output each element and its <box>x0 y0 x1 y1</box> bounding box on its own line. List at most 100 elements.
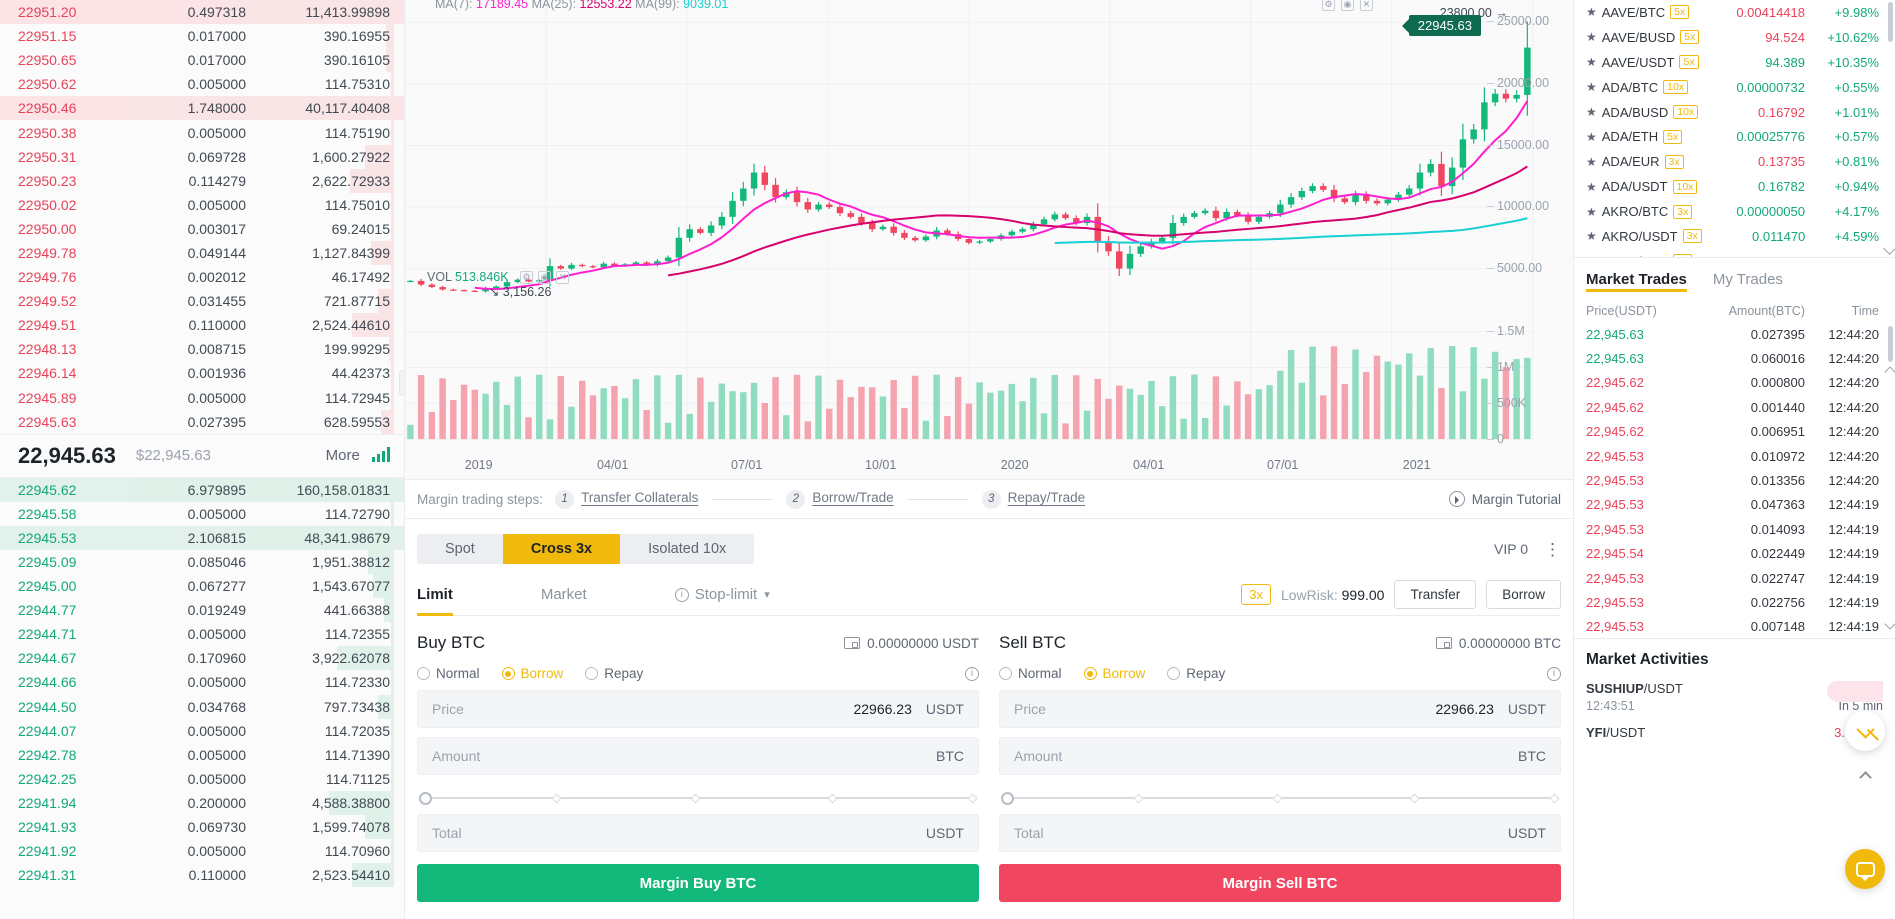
depth-chart-icon[interactable] <box>372 447 390 462</box>
tab-market[interactable]: Market <box>541 574 587 615</box>
slider-knob[interactable] <box>419 792 432 805</box>
order-book-row[interactable]: 22944.71 0.005000 114.72355 <box>0 622 404 646</box>
margin-step-1[interactable]: 1Transfer Collaterals <box>555 490 698 509</box>
order-book-row[interactable]: 22941.94 0.200000 4,588.38800 <box>0 791 404 815</box>
vip-level[interactable]: VIP 0 <box>1494 541 1528 557</box>
ma-indicator-controls[interactable]: ⚙ ◉ ✕ <box>1322 0 1373 11</box>
support-chat-button[interactable] <box>1845 849 1885 889</box>
order-book-row[interactable]: 22950.31 0.069728 1,600.27922 <box>0 145 404 169</box>
market-pair-row[interactable]: ★ ADA/EUR 3x 0.13735 +0.81% <box>1574 149 1895 174</box>
more-link[interactable]: More <box>326 447 390 464</box>
order-book-row[interactable]: 22951.20 0.497318 11,413.99898 <box>0 0 404 24</box>
market-pair-row[interactable]: ★ ADA/USDT 10x 0.16782 +0.94% <box>1574 174 1895 199</box>
slider-knob[interactable] <box>1001 792 1014 805</box>
order-book-row[interactable]: 22945.63 0.027395 628.59553 <box>0 410 404 434</box>
order-book-row[interactable]: 22944.77 0.019249 441.66388 <box>0 598 404 622</box>
market-pairs-list[interactable]: ★ AAVE/BTC 5x 0.00414418 +9.98% ★ AAVE/B… <box>1574 0 1895 258</box>
order-book-row[interactable]: 22944.67 0.170960 3,922.62078 <box>0 646 404 670</box>
margin-tutorial-button[interactable]: Margin Tutorial <box>1449 491 1561 507</box>
slider-node[interactable] <box>1549 793 1559 803</box>
slider-node[interactable] <box>1410 793 1420 803</box>
order-book-row[interactable]: 22949.78 0.049144 1,127.84399 <box>0 241 404 265</box>
trade-mode-1[interactable]: Cross 3x <box>503 534 620 564</box>
buy-amount-slider[interactable] <box>419 791 977 805</box>
sell-radio-borrow[interactable]: Borrow <box>1084 666 1146 681</box>
order-book-row[interactable]: 22950.02 0.005000 114.75010 <box>0 193 404 217</box>
order-book-row[interactable]: 22950.65 0.017000 390.16105 <box>0 48 404 72</box>
close-icon[interactable]: ✕ <box>1360 0 1373 11</box>
step-link[interactable]: Repay/Trade <box>1008 490 1086 505</box>
order-book-row[interactable]: 22945.00 0.067277 1,543.67077 <box>0 574 404 598</box>
order-book-row[interactable]: 22941.92 0.005000 114.70960 <box>0 839 404 863</box>
sell-total-field[interactable]: Total USDT <box>999 814 1561 852</box>
order-book-row[interactable]: 22945.89 0.005000 114.72945 <box>0 386 404 410</box>
activity-row[interactable]: YFI/USDT 3.33 YFI <box>1586 725 1883 740</box>
market-pair-row[interactable]: ★ AKRO/BTC 3x 0.00000050 +4.17% <box>1574 199 1895 224</box>
order-book-row[interactable]: 22945.53 2.106815 48,341.98679 <box>0 526 404 550</box>
scroll-to-top-button[interactable] <box>1851 763 1879 791</box>
favorite-star-icon[interactable]: ★ <box>1586 229 1597 243</box>
order-book-row[interactable]: 22942.25 0.005000 114.71125 <box>0 767 404 791</box>
favorite-star-icon[interactable]: ★ <box>1586 130 1597 144</box>
borrow-button[interactable]: Borrow <box>1486 580 1561 609</box>
order-book-row[interactable]: 22941.31 0.110000 2,523.54410 <box>0 863 404 887</box>
slider-node[interactable] <box>691 793 701 803</box>
info-icon[interactable]: i <box>1547 667 1561 681</box>
trade-mode-tabs[interactable]: SpotCross 3xIsolated 10x <box>417 534 754 564</box>
favorite-star-icon[interactable]: ★ <box>1586 30 1597 44</box>
tab-limit[interactable]: Limit <box>417 574 453 615</box>
sell-amount-slider[interactable] <box>1001 791 1559 805</box>
trades-scrollbar[interactable] <box>1888 326 1893 362</box>
order-book-row[interactable]: 22951.15 0.017000 390.16955 <box>0 24 404 48</box>
favorite-star-icon[interactable]: ★ <box>1586 155 1597 169</box>
market-pair-row[interactable]: ★ AAVE/USDT 5x 94.389 +10.35% <box>1574 50 1895 75</box>
download-app-button[interactable] <box>1845 711 1885 751</box>
order-book-row[interactable]: 22950.46 1.748000 40,117.40408 <box>0 96 404 120</box>
slider-node[interactable] <box>1273 793 1283 803</box>
order-book-row[interactable]: 22950.00 0.003017 69.24015 <box>0 217 404 241</box>
price-chart[interactable]: MA(7): 17189.45 MA(25): 12553.22 MA(99):… <box>405 0 1573 480</box>
favorite-star-icon[interactable]: ★ <box>1586 80 1597 94</box>
order-book-row[interactable]: 22950.62 0.005000 114.75310 <box>0 72 404 96</box>
order-book-row[interactable]: 22948.13 0.008715 199.99295 <box>0 337 404 361</box>
order-book-row[interactable]: 22944.50 0.034768 797.73438 <box>0 695 404 719</box>
order-book-row[interactable]: 22949.76 0.002012 46.17492 <box>0 265 404 289</box>
volume-indicator-controls[interactable]: ⚙ ◉ ✕ <box>520 271 569 284</box>
favorite-star-icon[interactable]: ★ <box>1586 5 1597 19</box>
sell-mode-radios[interactable]: Normal Borrow Repayi <box>999 666 1561 681</box>
tab-market-trades[interactable]: Market Trades <box>1586 258 1687 300</box>
buy-radio-borrow[interactable]: Borrow <box>502 666 564 681</box>
favorite-star-icon[interactable]: ★ <box>1586 105 1597 119</box>
leverage-badge[interactable]: 3x <box>1241 584 1271 605</box>
market-pair-row[interactable]: ★ AKRO/USDT 3x 0.011470 +4.59% <box>1574 224 1895 249</box>
favorite-star-icon[interactable]: ★ <box>1586 55 1597 69</box>
order-book-row[interactable]: 22949.51 0.110000 2,524.44610 <box>0 313 404 337</box>
trade-mode-2[interactable]: Isolated 10x <box>620 534 754 564</box>
tab-my-trades[interactable]: My Trades <box>1713 258 1783 300</box>
margin-step-3[interactable]: 3Repay/Trade <box>982 490 1086 509</box>
order-book-row[interactable]: 22944.07 0.005000 114.72035 <box>0 719 404 743</box>
order-book-row[interactable]: 22946.14 0.001936 44.42373 <box>0 361 404 385</box>
market-pair-row[interactable]: ★ ADA/BTC 10x 0.00000732 +0.55% <box>1574 75 1895 100</box>
slider-node[interactable] <box>828 793 838 803</box>
step-link[interactable]: Borrow/Trade <box>812 490 893 505</box>
tab-stop-limit[interactable]: i Stop-limit ▾ <box>675 574 770 615</box>
order-book-row[interactable]: 22950.23 0.114279 2,622.72933 <box>0 169 404 193</box>
buy-price-field[interactable]: Price 22966.23 USDT <box>417 690 979 728</box>
market-pair-row[interactable]: ★ ALGO/BTC 5x 0.00001600 +11.42% <box>1574 249 1895 258</box>
order-book-row[interactable]: 22945.09 0.085046 1,951.38812 <box>0 550 404 574</box>
slider-node[interactable] <box>551 793 561 803</box>
settings-icon[interactable]: ⚙ <box>520 271 533 284</box>
buy-radio-normal[interactable]: Normal <box>417 666 480 681</box>
step-link[interactable]: Transfer Collaterals <box>581 490 698 505</box>
order-book-row[interactable]: 22945.58 0.005000 114.72790 <box>0 502 404 526</box>
order-book-row[interactable]: 22945.62 6.979895 160,158.01831 <box>0 478 404 502</box>
sell-amount-field[interactable]: Amount BTC <box>999 737 1561 775</box>
market-pair-row[interactable]: ★ ADA/BUSD 10x 0.16792 +1.01% <box>1574 100 1895 125</box>
order-book-row[interactable]: 22942.78 0.005000 114.71390 <box>0 743 404 767</box>
more-options-icon[interactable]: ⋮ <box>1544 541 1561 558</box>
eye-icon[interactable]: ◉ <box>1341 0 1354 11</box>
trade-mode-0[interactable]: Spot <box>417 534 503 564</box>
order-book-row[interactable]: 22941.93 0.069730 1,599.74078 <box>0 815 404 839</box>
market-trades-list[interactable]: 22,945.63 0.027395 12:44:20 22,945.63 0.… <box>1574 322 1895 638</box>
